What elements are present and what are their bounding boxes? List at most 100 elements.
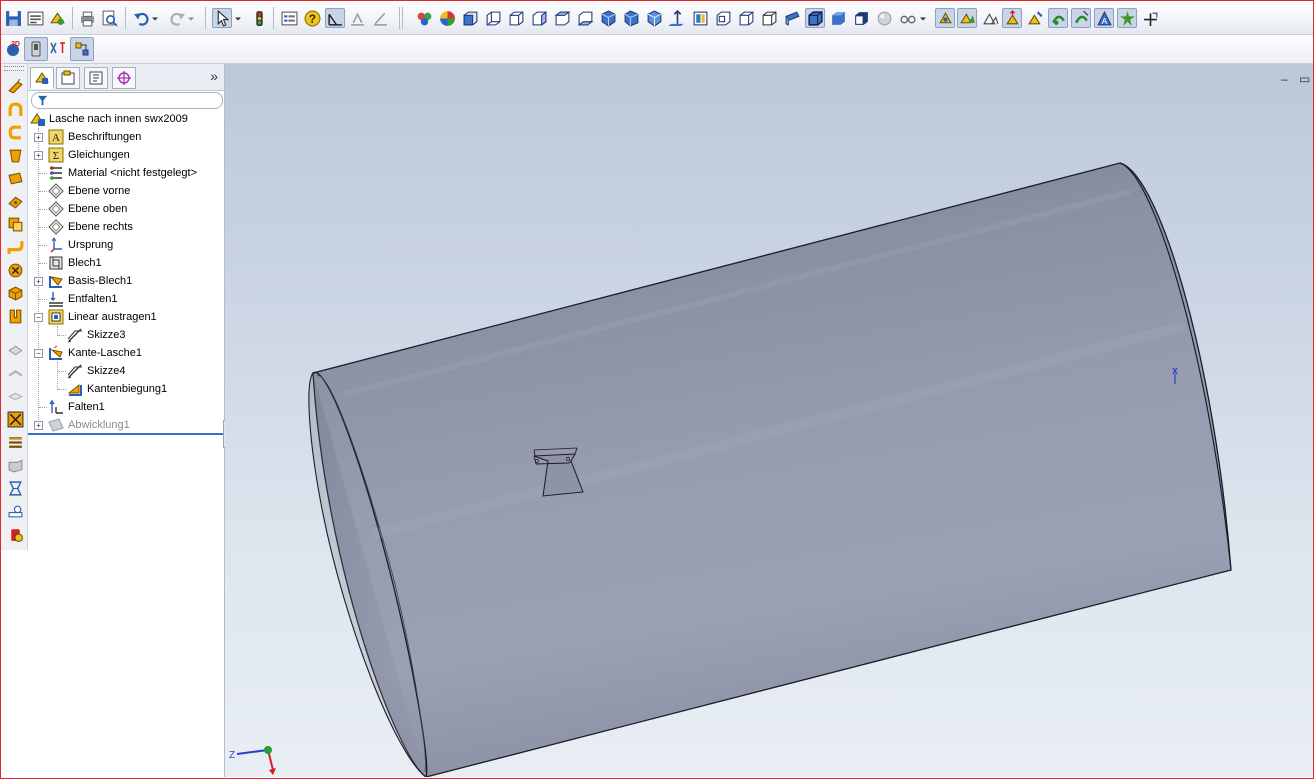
- tree-item-ebene-oben[interactable]: Ebene oben: [28, 200, 224, 218]
- print-preview-icon[interactable]: [99, 8, 119, 28]
- flatten-icon[interactable]: [5, 386, 25, 406]
- hidden-lines-visible-icon[interactable]: [782, 8, 802, 28]
- wireframe-icon[interactable]: [759, 8, 779, 28]
- expand-icon[interactable]: +: [34, 421, 43, 430]
- sketched-bend-icon[interactable]: [5, 214, 25, 234]
- rollback-bar[interactable]: [28, 433, 224, 435]
- rip-icon[interactable]: [5, 306, 25, 326]
- expand-icon[interactable]: +: [34, 277, 43, 286]
- insert-bends-icon[interactable]: [5, 432, 25, 452]
- pan-icon[interactable]: [1025, 8, 1045, 28]
- tree-filter-input[interactable]: [31, 92, 223, 109]
- dimetric-icon[interactable]: [644, 8, 664, 28]
- shadows-icon[interactable]: [851, 8, 871, 28]
- traffic-light-icon[interactable]: [249, 8, 269, 28]
- view-bottom-icon[interactable]: [575, 8, 595, 28]
- collapse-icon[interactable]: −: [34, 349, 43, 358]
- rebuild-icon[interactable]: [47, 8, 67, 28]
- save-icon[interactable]: [3, 8, 23, 28]
- tree-item-ebene-rechts[interactable]: Ebene rechts: [28, 218, 224, 236]
- toolbar-grip[interactable]: [4, 66, 24, 71]
- four-view-icon[interactable]: [736, 8, 756, 28]
- color-icon[interactable]: [437, 8, 457, 28]
- unfold-icon[interactable]: [5, 340, 25, 360]
- trimetric-icon[interactable]: [621, 8, 641, 28]
- view-top-icon[interactable]: [552, 8, 572, 28]
- closed-corner-icon[interactable]: [5, 260, 25, 280]
- miter-flange-icon[interactable]: [5, 122, 25, 142]
- tree-item-falten1[interactable]: Falten1: [28, 398, 224, 416]
- redo-icon[interactable]: [167, 8, 187, 28]
- options-icon[interactable]: [279, 8, 299, 28]
- base-flange-icon[interactable]: [5, 76, 25, 96]
- appearance-icon[interactable]: [414, 8, 434, 28]
- hem-icon[interactable]: [5, 145, 25, 165]
- perspective-icon[interactable]: [874, 8, 894, 28]
- undo-icon[interactable]: [131, 8, 151, 28]
- zoom-inout-icon[interactable]: [980, 8, 1000, 28]
- single-view-icon[interactable]: [690, 8, 710, 28]
- measure-icon[interactable]: [5, 501, 25, 521]
- two-view-icon[interactable]: [713, 8, 733, 28]
- tree-item-ursprung[interactable]: Ursprung: [28, 236, 224, 254]
- mass-properties-icon[interactable]: [5, 524, 25, 544]
- tree-root[interactable]: Lasche nach innen swx2009: [30, 110, 220, 128]
- tree-item-material[interactable]: Material <nicht festgelegt>: [28, 164, 224, 182]
- view-left-icon[interactable]: [506, 8, 526, 28]
- more-tabs-button[interactable]: »: [210, 68, 218, 84]
- jog-icon[interactable]: [5, 191, 25, 211]
- forming-tool-icon[interactable]: [5, 455, 25, 475]
- collapse-icon[interactable]: −: [34, 313, 43, 322]
- view-front-icon[interactable]: [460, 8, 480, 28]
- select-icon[interactable]: [212, 8, 232, 28]
- dimxpert-icon[interactable]: [47, 37, 69, 59]
- isometric-icon[interactable]: [598, 8, 618, 28]
- 3d-content-icon[interactable]: 3D: [2, 37, 24, 59]
- no-bends-icon[interactable]: [5, 409, 25, 429]
- tree-item-skizze4[interactable]: Skizze4: [28, 362, 224, 380]
- tree-item-beschriftungen[interactable]: + A Beschriftungen: [28, 128, 224, 146]
- sketch-dimension-icon[interactable]: [347, 8, 367, 28]
- dimxpert-tab[interactable]: [112, 67, 136, 89]
- roll-view-icon[interactable]: [1048, 8, 1068, 28]
- tree-item-skizze3[interactable]: Skizze3: [28, 326, 224, 344]
- select-dropdown-icon[interactable]: [232, 8, 244, 28]
- sheet-metal-toolbar-icon[interactable]: [24, 37, 48, 61]
- sketch-relations-icon[interactable]: [70, 37, 94, 61]
- zoom-area-icon[interactable]: [957, 8, 977, 28]
- cylinder-body[interactable]: [308, 162, 1232, 777]
- tree-item-kantenbiegung1[interactable]: Kantenbiegung1: [28, 380, 224, 398]
- undo-dropdown-icon[interactable]: [150, 8, 160, 28]
- shaded-with-edges-icon[interactable]: [805, 8, 825, 28]
- break-corner-icon[interactable]: [5, 283, 25, 303]
- tree-item-kante-lasche1[interactable]: − Kante-Lasche1: [28, 344, 224, 362]
- section-view-icon[interactable]: [897, 8, 917, 28]
- section-view-dropdown-icon[interactable]: [917, 8, 929, 28]
- featuremanager-tab[interactable]: [30, 67, 54, 89]
- tree-item-abwicklung1[interactable]: + Abwicklung1: [28, 416, 224, 434]
- properties-icon[interactable]: [25, 8, 45, 28]
- 3d-drawing-view-icon[interactable]: [1071, 8, 1091, 28]
- view-orientation-icon[interactable]: [1117, 8, 1137, 28]
- lofted-bend-icon[interactable]: [5, 237, 25, 257]
- vent-icon[interactable]: [5, 478, 25, 498]
- graphics-area[interactable]: – ▭ Z: [225, 64, 1313, 777]
- configurationmanager-tab[interactable]: [84, 67, 108, 89]
- display-pane-icon[interactable]: A: [1094, 8, 1114, 28]
- redo-dropdown-icon[interactable]: [186, 8, 196, 28]
- edge-flange-icon[interactable]: [5, 99, 25, 119]
- tree-item-ebene-vorne[interactable]: Ebene vorne: [28, 182, 224, 200]
- previous-view-icon[interactable]: [1140, 8, 1160, 28]
- tree-item-gleichungen[interactable]: + Σ Gleichungen: [28, 146, 224, 164]
- tree-item-entfalten1[interactable]: Entfalten1: [28, 290, 224, 308]
- fold-icon[interactable]: [5, 363, 25, 383]
- rotate-icon[interactable]: [1002, 8, 1022, 28]
- tree-item-basis-blech1[interactable]: + Basis-Blech1: [28, 272, 224, 290]
- print-icon[interactable]: [77, 8, 97, 28]
- tab-icon[interactable]: [5, 168, 25, 188]
- zoom-to-fit-icon[interactable]: [935, 8, 955, 28]
- view-back-icon[interactable]: [483, 8, 503, 28]
- tree-item-linear-austragen1[interactable]: − Linear austragen1: [28, 308, 224, 326]
- view-right-icon[interactable]: [529, 8, 549, 28]
- normal-to-icon[interactable]: [667, 8, 687, 28]
